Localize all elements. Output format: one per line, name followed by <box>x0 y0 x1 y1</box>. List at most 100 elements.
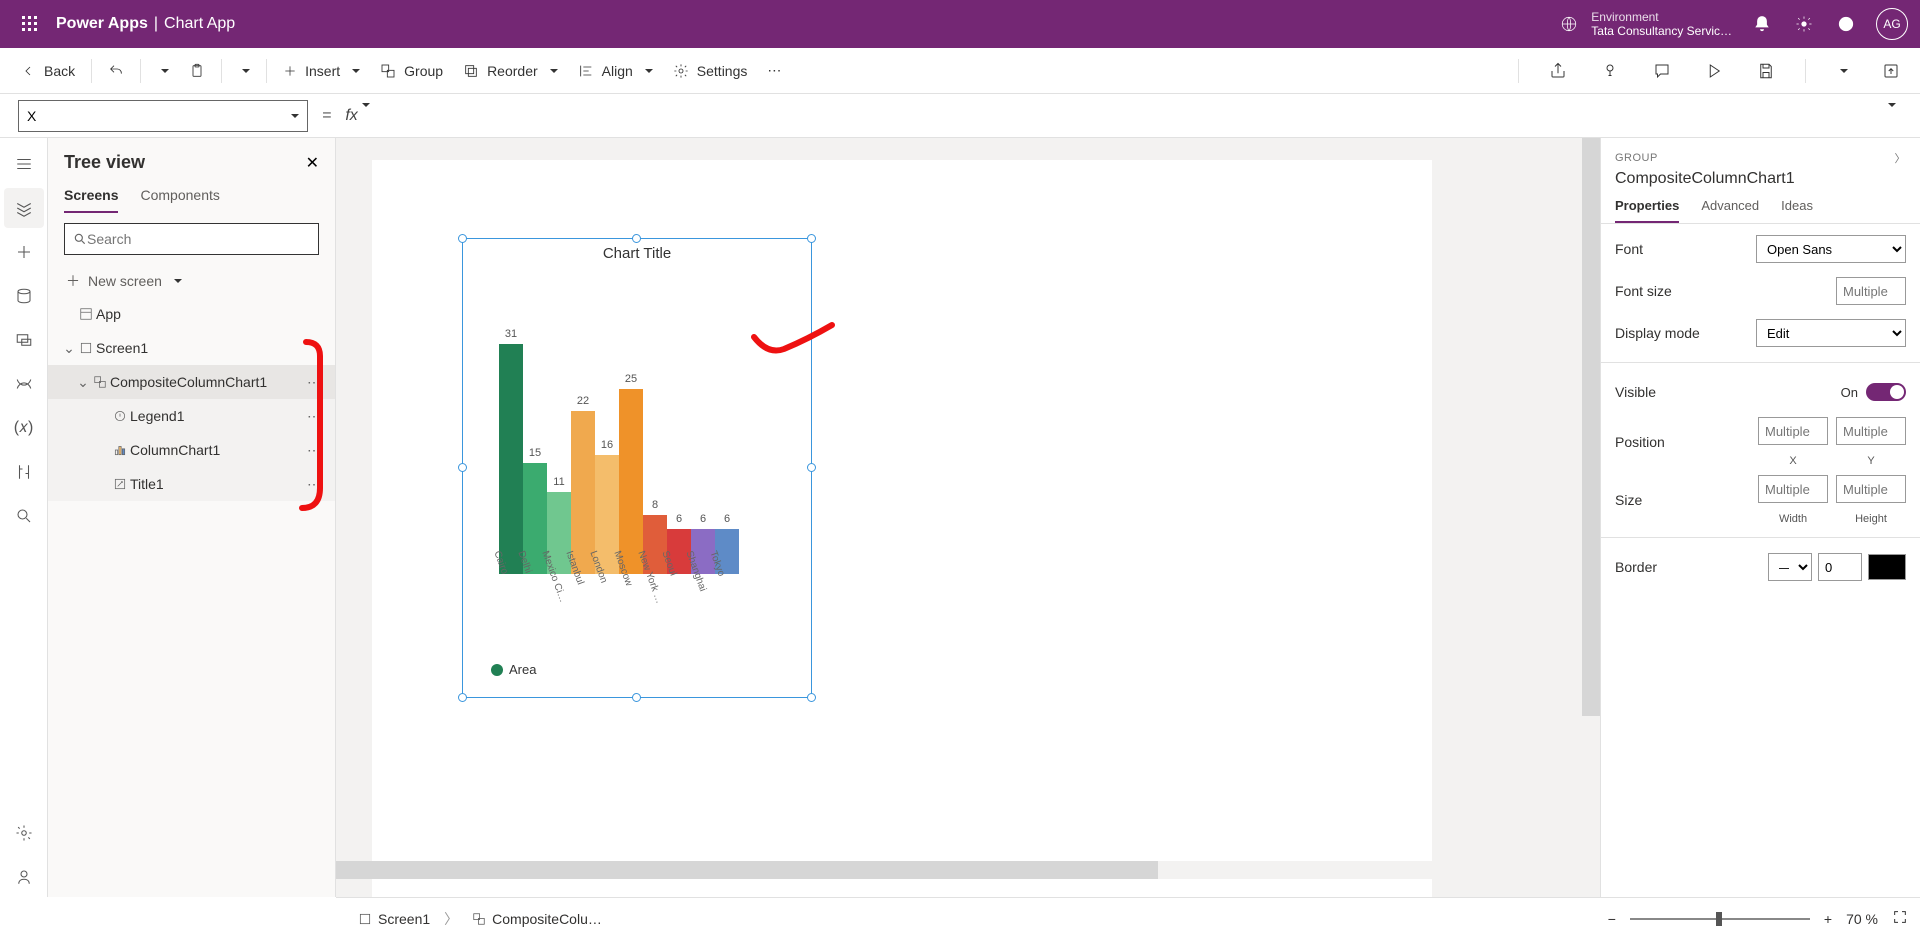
tab-components[interactable]: Components <box>140 181 219 213</box>
canvas-area[interactable]: Chart Title 3115112216258666 CairoDelhiM… <box>336 138 1600 897</box>
gear-icon[interactable] <box>1792 12 1816 36</box>
resize-handle[interactable] <box>807 693 816 702</box>
fx-label[interactable]: fx <box>345 107 369 125</box>
crumb-chart[interactable]: CompositeColu… <box>462 907 612 931</box>
formula-bar: X = fx <box>0 94 1920 138</box>
border-color-swatch[interactable] <box>1868 554 1906 580</box>
tree-composite-chart[interactable]: ⌄CompositeColumnChart1⋯ <box>48 365 335 399</box>
save-dropdown[interactable] <box>1826 63 1858 79</box>
hamburger-icon[interactable] <box>4 144 44 184</box>
resize-handle[interactable] <box>458 693 467 702</box>
flows-rail-icon[interactable] <box>4 364 44 404</box>
insert-rail-icon[interactable] <box>4 232 44 272</box>
group-button[interactable]: Group <box>370 57 453 85</box>
selection-box[interactable]: Chart Title 3115112216258666 CairoDelhiM… <box>462 238 812 698</box>
tree-view-icon[interactable] <box>4 188 44 228</box>
zoom-slider[interactable] <box>1630 918 1810 920</box>
left-rail: (𝑥) <box>0 138 48 897</box>
object-type: GROUP〉 <box>1615 150 1906 166</box>
scrollbar-vertical[interactable] <box>1582 138 1600 879</box>
new-screen-button[interactable]: ＋New screen <box>48 265 335 297</box>
zoom-out-icon[interactable]: − <box>1608 911 1616 927</box>
pos-y-input[interactable] <box>1836 417 1906 445</box>
displaymode-select[interactable]: Edit <box>1756 319 1906 347</box>
border-style-select[interactable]: — <box>1768 553 1812 581</box>
more-icon[interactable]: ⋯ <box>301 442 327 459</box>
settings-rail-icon[interactable] <box>4 813 44 853</box>
main-toolbar: Back Insert Group Reorder Align Settings… <box>0 48 1920 94</box>
checker-icon[interactable] <box>1591 56 1629 86</box>
resize-handle[interactable] <box>632 693 641 702</box>
resize-handle[interactable] <box>807 234 816 243</box>
overflow-button[interactable]: ⋯ <box>757 56 791 85</box>
waffle-icon[interactable] <box>12 6 48 42</box>
expand-formula-icon[interactable] <box>1876 107 1904 125</box>
reorder-button[interactable]: Reorder <box>453 57 568 85</box>
more-icon[interactable]: ⋯ <box>301 476 327 493</box>
bell-icon[interactable] <box>1750 12 1774 36</box>
undo-button[interactable] <box>98 57 134 85</box>
scrollbar-horizontal[interactable] <box>336 861 1600 879</box>
save-icon[interactable] <box>1747 56 1785 86</box>
app-title: Power Apps|Chart App <box>56 15 235 33</box>
globe-icon <box>1557 12 1581 36</box>
tree-columnchart[interactable]: ColumnChart1⋯ <box>48 433 335 467</box>
search-input[interactable] <box>87 231 310 247</box>
formula-input[interactable] <box>384 100 1862 132</box>
visible-toggle[interactable] <box>1866 383 1906 401</box>
size-w-input[interactable] <box>1758 475 1828 503</box>
play-icon[interactable] <box>1695 56 1733 86</box>
zoom-value: 70 % <box>1846 911 1878 927</box>
pos-x-input[interactable] <box>1758 417 1828 445</box>
insert-button[interactable]: Insert <box>273 57 370 85</box>
share-icon[interactable] <box>1539 56 1577 86</box>
paste-button[interactable] <box>179 57 215 85</box>
fullscreen-icon[interactable] <box>1892 909 1908 928</box>
tab-properties[interactable]: Properties <box>1615 198 1679 223</box>
tree-search[interactable] <box>64 223 319 255</box>
size-h-input[interactable] <box>1836 475 1906 503</box>
resize-handle[interactable] <box>807 463 816 472</box>
tab-screens[interactable]: Screens <box>64 181 118 213</box>
close-icon[interactable]: ✕ <box>306 153 319 173</box>
tree-screen1[interactable]: ⌄Screen1 <box>48 331 335 365</box>
chart-legend: Area <box>491 662 536 677</box>
more-icon[interactable]: ⋯ <box>301 408 327 425</box>
media-rail-icon[interactable] <box>4 320 44 360</box>
status-bar: Screen1 〉 CompositeColu… − + 70 % <box>336 897 1920 939</box>
data-rail-icon[interactable] <box>4 276 44 316</box>
resize-handle[interactable] <box>632 234 641 243</box>
virtual-agent-icon[interactable] <box>4 857 44 897</box>
help-icon[interactable] <box>1834 12 1858 36</box>
more-icon[interactable]: ⋯ <box>301 374 327 391</box>
tree-app[interactable]: App <box>48 297 335 331</box>
tree-title1[interactable]: Title1⋯ <box>48 467 335 501</box>
resize-handle[interactable] <box>458 463 467 472</box>
property-selector[interactable]: X <box>18 100 308 132</box>
comments-icon[interactable] <box>1643 56 1681 86</box>
settings-button[interactable]: Settings <box>663 57 758 85</box>
tab-ideas[interactable]: Ideas <box>1781 198 1813 223</box>
canvas-screen[interactable]: Chart Title 3115112216258666 CairoDelhiM… <box>372 160 1432 897</box>
tree-legend[interactable]: Legend1⋯ <box>48 399 335 433</box>
variables-rail-icon[interactable]: (𝑥) <box>4 408 44 448</box>
resize-handle[interactable] <box>458 234 467 243</box>
chevron-right-icon[interactable]: 〉 <box>1895 150 1907 166</box>
undo-dropdown[interactable] <box>147 63 179 79</box>
search-rail-icon[interactable] <box>4 496 44 536</box>
environment-picker[interactable]: EnvironmentTata Consultancy Servic… <box>1557 10 1732 38</box>
fontsize-input[interactable] <box>1836 277 1906 305</box>
paste-dropdown[interactable] <box>228 63 260 79</box>
back-button[interactable]: Back <box>10 57 85 85</box>
zoom-in-icon[interactable]: + <box>1824 911 1832 927</box>
user-avatar[interactable]: AG <box>1876 8 1908 40</box>
tools-rail-icon[interactable] <box>4 452 44 492</box>
tab-advanced[interactable]: Advanced <box>1701 198 1759 223</box>
font-select[interactable]: Open Sans <box>1756 235 1906 263</box>
publish-icon[interactable] <box>1872 56 1910 86</box>
border-width-input[interactable] <box>1818 553 1862 581</box>
tree-panel: Tree view ✕ Screens Components ＋New scre… <box>48 138 336 897</box>
properties-panel: GROUP〉 CompositeColumnChart1 Properties … <box>1600 138 1920 897</box>
align-button[interactable]: Align <box>568 57 663 85</box>
crumb-screen[interactable]: Screen1 <box>348 907 440 931</box>
